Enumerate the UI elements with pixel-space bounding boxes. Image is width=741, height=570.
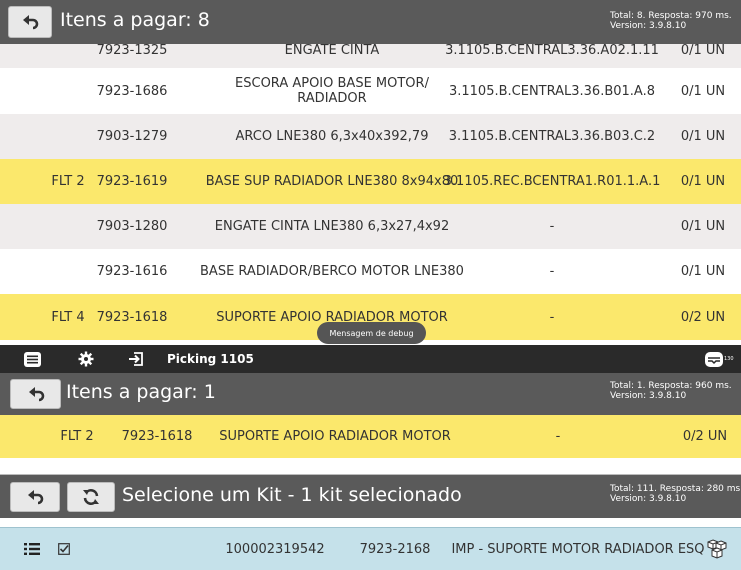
item-filter: [30, 249, 106, 294]
item-location: 3.1105.REC.BCENTRA1.R01.1.A.1: [443, 174, 661, 189]
back-arrow-icon: [28, 387, 44, 402]
app-navbar: Picking 1105 130: [0, 345, 741, 373]
back-button[interactable]: [8, 6, 52, 38]
item-description: BASE RADIADOR/BERCO MOTOR LNE380: [200, 264, 464, 279]
settings-button[interactable]: [72, 345, 100, 373]
version-text: Version: 3.9.8.10: [610, 494, 687, 504]
back-button[interactable]: [10, 482, 60, 512]
list-item[interactable]: FLT 2 7923-1619 BASE SUP RADIADOR LNE380 8…: [0, 159, 741, 204]
item-quantity: 0/1 UN: [680, 83, 726, 99]
item-location: -: [549, 219, 555, 234]
login-button[interactable]: [122, 345, 150, 373]
list-item[interactable]: 7923-1616 BASE RADIADOR/BERCO MOTOR LNE38…: [0, 249, 741, 294]
settings-gear-icon: [78, 351, 94, 367]
total-response-text: Total: 1. Resposta: 960 ms.: [610, 381, 732, 391]
item-location: 3.1105.B.CENTRAL3.36.B03.C.2: [448, 129, 656, 144]
menu-button[interactable]: [18, 345, 46, 373]
back-arrow-icon: [28, 490, 44, 505]
inbox-icon: [705, 351, 723, 367]
item-filter: FLT 2: [51, 174, 85, 189]
item-quantity: 0/1 UN: [680, 264, 726, 279]
version-text: Version: 3.9.8.10: [610, 21, 687, 31]
item-code: 7923-1619: [96, 174, 168, 189]
notification-badge: 130: [724, 356, 734, 362]
total-response-text: Total: 111. Resposta: 280 ms.: [610, 484, 741, 494]
item-quantity: 0/2 UN: [682, 429, 728, 444]
item-description: ESCORA APOIO BASE MOTOR/ RADIADOR: [235, 76, 429, 106]
item-location: 3.1105.B.CENTRAL3.36.B01.A.8: [448, 83, 655, 99]
login-arrow-icon: [129, 352, 143, 366]
list-item[interactable]: FLT 2 7923-1618 SUPORTE APOIO RADIADOR M…: [0, 415, 741, 458]
response-info: Total: 8. Resposta: 970 ms. Version: 3.9…: [610, 11, 732, 31]
item-code: 7923-1616: [96, 264, 168, 279]
page-title: Itens a pagar: 1: [66, 381, 216, 403]
item-location: 3.1105.B.CENTRAL3.36.A02.1.11: [445, 42, 659, 58]
kit-list-item[interactable]: 100002319542 7923-2168 IMP - SUPORTE MOT…: [0, 527, 741, 570]
item-description: ENGATE CINTA LNE380 6,3x27,4x92: [214, 219, 450, 234]
item-description: ENGATE CINTA: [284, 42, 380, 58]
checkbox-checked-icon[interactable]: [54, 528, 74, 570]
list-icon: [23, 351, 41, 367]
inbox-button[interactable]: [702, 345, 726, 373]
item-location: -: [555, 429, 561, 444]
item-code: 7903-1279: [96, 129, 168, 144]
item-location: -: [549, 309, 555, 325]
item-filter: FLT 4: [51, 309, 85, 325]
item-description: BASE SUP RADIADOR LNE380 8x94x80: [205, 174, 459, 189]
item-quantity: 0/2 UN: [680, 309, 726, 325]
header-bar: Itens a pagar: 8 Total: 8. Resposta: 970…: [0, 0, 741, 44]
page-title: Selecione um Kit - 1 kit selecionado: [122, 484, 462, 506]
list-item[interactable]: 7903-1280 ENGATE CINTA LNE380 6,3x27,4x92…: [0, 204, 741, 249]
item-filter: FLT 2: [60, 429, 94, 444]
refresh-button[interactable]: [67, 482, 115, 512]
item-code: 7923-2168: [359, 541, 431, 557]
item-filter: [30, 68, 106, 114]
item-code: 7923-1618: [121, 429, 193, 444]
item-quantity: 0/1 UN: [680, 129, 726, 144]
item-description: IMP - SUPORTE MOTOR RADIADOR ESQ: [451, 541, 705, 557]
refresh-icon: [83, 489, 99, 505]
item-filter: [30, 114, 106, 159]
item-description: SUPORTE APOIO RADIADOR MOTOR: [219, 429, 451, 444]
debug-toast: Mensagem de debug: [317, 322, 426, 344]
item-code: 7903-1280: [96, 219, 168, 234]
item-quantity: 0/1 UN: [680, 42, 726, 58]
item-quantity: 0/1 UN: [680, 219, 726, 234]
kit-number: 100002319542: [225, 541, 325, 557]
item-code: 7923-1325: [96, 42, 168, 58]
item-code: 7923-1686: [96, 83, 168, 99]
list-item[interactable]: 7903-1279 ARCO LNE380 6,3x40x392,79 3.1105…: [0, 114, 741, 159]
boxes-icon: [704, 528, 732, 570]
version-text: Version: 3.9.8.10: [610, 391, 687, 401]
header-bar-3: Selecione um Kit - 1 kit selecionado Tot…: [0, 474, 741, 518]
list-item[interactable]: 7923-1686 ESCORA APOIO BASE MOTOR/ RADIAD…: [0, 68, 741, 114]
item-location: -: [549, 264, 555, 279]
item-code: 7923-1618: [96, 309, 168, 325]
response-info: Total: 1. Resposta: 960 ms. Version: 3.9…: [610, 381, 732, 401]
page-title: Itens a pagar: 8: [60, 9, 210, 31]
navbar-title: Picking 1105: [167, 352, 254, 366]
header-bar-2: Itens a pagar: 1 Total: 1. Resposta: 960…: [0, 373, 741, 415]
response-info: Total: 111. Resposta: 280 ms. Version: 3…: [610, 484, 741, 504]
total-response-text: Total: 8. Resposta: 970 ms.: [610, 11, 732, 21]
back-button[interactable]: [10, 379, 61, 409]
list-toggle-icon[interactable]: [20, 528, 44, 570]
item-description: ARCO LNE380 6,3x40x392,79: [235, 129, 429, 144]
item-quantity: 0/1 UN: [680, 174, 726, 189]
item-filter: [30, 204, 106, 249]
back-arrow-icon: [23, 15, 39, 30]
